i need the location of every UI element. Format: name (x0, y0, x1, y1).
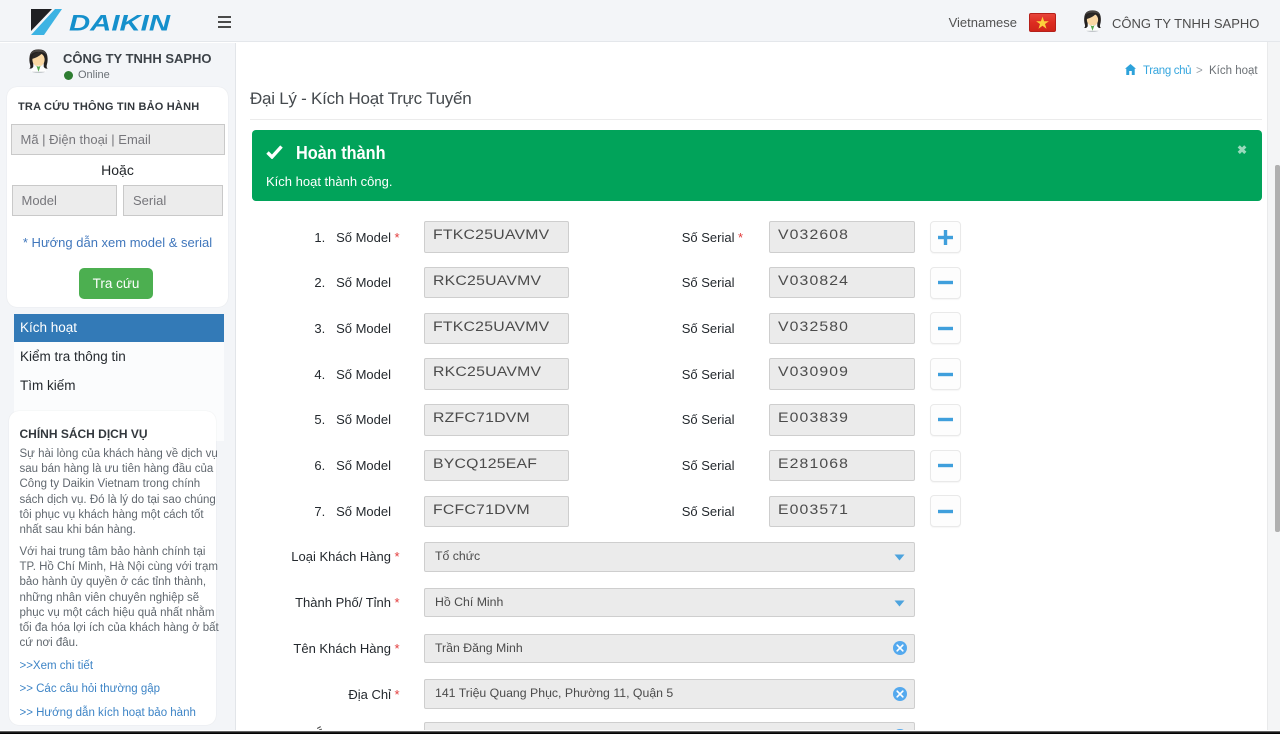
svg-text:DAIKIN: DAIKIN (69, 11, 171, 36)
